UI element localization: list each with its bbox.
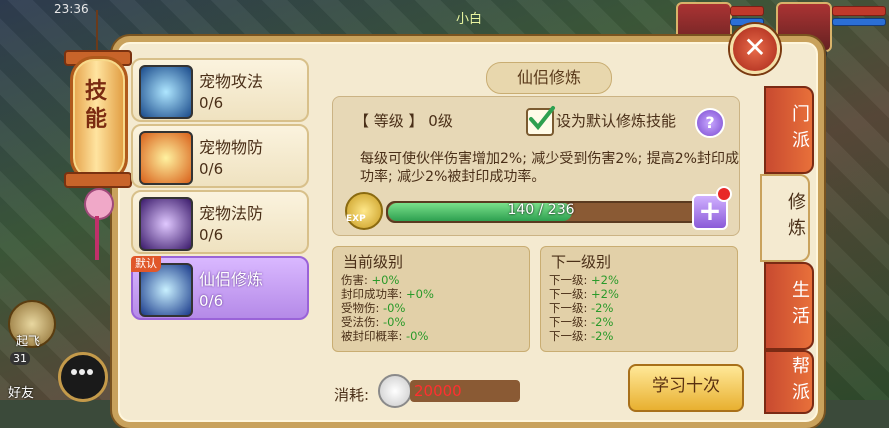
lantern-cap-bottom: [64, 172, 132, 188]
exp-label: EXP: [346, 214, 366, 224]
pet-mp-bar: [832, 18, 886, 26]
skill-count: 0/6: [199, 226, 224, 244]
status-time: 23:36: [54, 2, 89, 16]
pet-physical-defense-icon: [139, 131, 193, 185]
companion-hp-bar: [730, 6, 764, 16]
panel-title: 仙侣修炼: [486, 62, 612, 94]
skill-name: 宠物物防: [199, 138, 264, 157]
stat-row: 被封印概率: -0%: [341, 329, 429, 343]
stat-row: 伤害: +0%: [341, 273, 400, 287]
tab-sect[interactable]: 门派: [764, 86, 814, 174]
skill-description: 每级可使伙伴伤害增加2%; 减少受到伤害2%; 提高2%封印成功率; 减少2%被…: [360, 151, 739, 185]
next-level-rows: 下一级: +2% 下一级: +2% 下一级: -2% 下一级: -2% 下一级:…: [549, 273, 619, 343]
next-level-box: 下一级别 下一级: +2% 下一级: +2% 下一级: -2% 下一级: -2%…: [540, 246, 738, 352]
tab-life[interactable]: 生活: [764, 262, 814, 350]
default-badge: 默认: [131, 256, 161, 272]
notification-dot: [716, 186, 732, 202]
default-skill-checkbox[interactable]: [526, 106, 555, 136]
current-level-title: 当前级别: [343, 253, 404, 271]
silver-coin-icon: [378, 374, 412, 408]
lantern-title: 技能: [84, 79, 107, 132]
chat-button[interactable]: [58, 352, 108, 402]
check-icon: [529, 106, 555, 131]
skill-name: 宠物攻法: [199, 72, 264, 91]
current-level-box: 当前级别 伤害: +0% 封印成功率: +0% 受物伤: -0% 受法伤: -0…: [332, 246, 530, 352]
tab-training[interactable]: 修炼: [760, 174, 810, 262]
skill-count: 0/6: [199, 292, 224, 310]
stat-row: 封印成功率: +0%: [341, 287, 434, 301]
help-button[interactable]: ?: [695, 108, 725, 138]
exp-text: 140 / 236: [507, 202, 575, 218]
default-skill-label: 设为默认修炼技能: [556, 112, 677, 130]
next-level-title: 下一级别: [551, 253, 612, 271]
fly-count-badge: 31: [10, 352, 30, 365]
skill-name: 宠物法防: [199, 204, 264, 223]
skill-item-pet-attack[interactable]: 宠物攻法 0/6: [131, 58, 309, 122]
pet-magic-defense-icon: [139, 197, 193, 251]
pet-hp-bar: [832, 6, 886, 16]
exp-icon: [345, 192, 383, 230]
chat-dot-icon: [79, 369, 85, 375]
skill-item-companion-training[interactable]: 默认 仙侣修炼 0/6: [131, 256, 309, 320]
skill-name: 仙侣修炼: [199, 270, 264, 289]
chat-dot-icon: [71, 369, 77, 375]
skill-level: 【 等级 】 0级: [354, 112, 453, 130]
fly-button-label: 起飞: [16, 334, 41, 348]
skill-item-pet-physical-defense[interactable]: 宠物物防 0/6: [131, 124, 309, 188]
cost-label: 消耗:: [334, 386, 370, 404]
tassel-icon: [84, 188, 114, 220]
chat-dot-icon: [87, 369, 93, 375]
skill-count: 0/6: [199, 160, 224, 178]
friends-label[interactable]: 好友: [8, 382, 34, 401]
player-name: 小白: [456, 12, 483, 27]
stat-row: 下一级: -2%: [549, 329, 614, 343]
skill-item-pet-magic-defense[interactable]: 宠物法防 0/6: [131, 190, 309, 254]
stat-row: 下一级: -2%: [549, 315, 614, 329]
skill-count: 0/6: [199, 94, 224, 112]
tassel-cord: [95, 216, 99, 260]
stat-row: 下一级: -2%: [549, 301, 614, 315]
learn-ten-times-button[interactable]: 学习十次: [628, 364, 744, 412]
current-level-rows: 伤害: +0% 封印成功率: +0% 受物伤: -0% 受法伤: -0% 被封印…: [341, 273, 434, 343]
stat-row: 下一级: +2%: [549, 273, 619, 287]
close-button[interactable]: ✕: [730, 24, 780, 74]
stat-row: 受法伤: -0%: [341, 315, 406, 329]
stat-row: 下一级: +2%: [549, 287, 619, 301]
cost-value: 20000: [410, 380, 520, 402]
pet-attack-icon: [139, 65, 193, 119]
tab-guild[interactable]: 帮派: [764, 350, 814, 414]
stat-row: 受物伤: -0%: [341, 301, 406, 315]
